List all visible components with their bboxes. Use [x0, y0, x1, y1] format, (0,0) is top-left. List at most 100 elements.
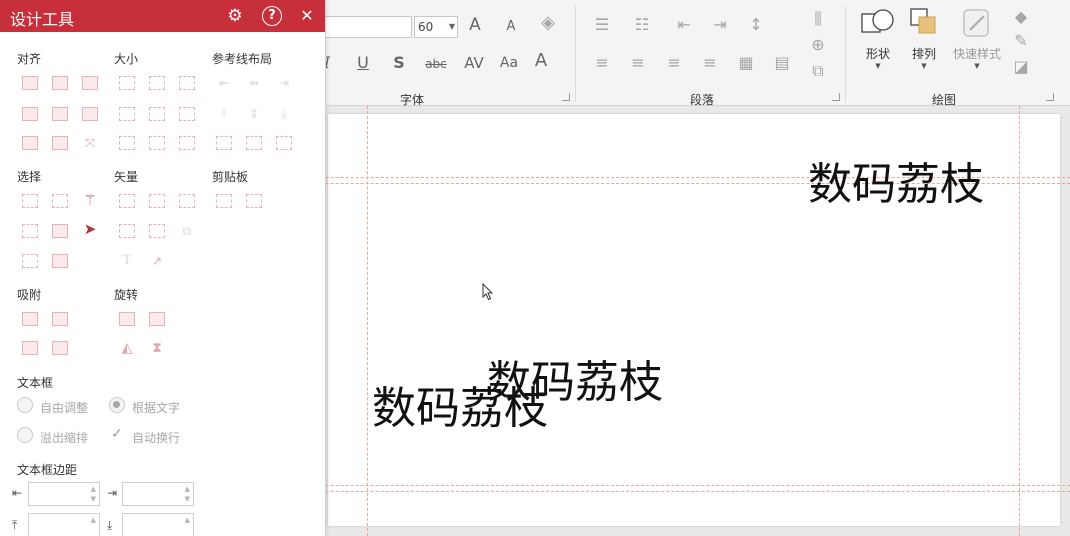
decrease-indent-icon[interactable]: ⇤ — [672, 14, 696, 36]
size-fit-icon[interactable] — [179, 136, 195, 150]
select-invert-icon[interactable] — [22, 254, 38, 268]
guide-frame-icon[interactable] — [276, 136, 292, 150]
snap-right-icon[interactable] — [52, 312, 68, 326]
font-color-button[interactable]: A — [532, 50, 550, 72]
same-height-icon[interactable] — [149, 76, 165, 90]
check-icon[interactable]: ✓ — [111, 426, 123, 442]
align-left-icon[interactable] — [22, 76, 38, 90]
align-center-icon[interactable]: ≡ — [626, 52, 650, 74]
bullets-icon[interactable]: ☰ — [590, 14, 614, 36]
size-swap-icon[interactable] — [149, 107, 165, 121]
select-same-icon[interactable] — [22, 194, 38, 208]
margin-bottom-input[interactable]: ▲ — [122, 513, 194, 536]
select-fill-icon[interactable] — [52, 224, 68, 238]
vector-subtract-icon[interactable] — [149, 224, 165, 238]
arrange-button[interactable]: 排列 ▼ — [902, 6, 946, 70]
spin-up-icon[interactable]: ▲ — [91, 516, 96, 524]
flip-horizontal-icon[interactable]: ◭ — [119, 341, 135, 355]
shrink-font-button[interactable]: A — [502, 16, 520, 38]
select-pointer-icon[interactable]: ➤ — [82, 222, 98, 237]
size-height-icon[interactable] — [119, 136, 135, 150]
underline-button[interactable]: U — [354, 52, 372, 74]
guide-margin-v-icon[interactable] — [246, 136, 262, 150]
copy-icon[interactable] — [216, 194, 232, 208]
shape-button[interactable]: 形状 ▼ — [856, 6, 900, 70]
margin-top-input[interactable]: ▲ — [28, 513, 100, 536]
align-left-icon[interactable]: ≡ — [590, 52, 614, 74]
justify-icon[interactable]: ≡ — [698, 52, 722, 74]
text-direction-icon[interactable]: ▤ — [770, 52, 794, 74]
guide-margin-h-icon[interactable] — [216, 136, 232, 150]
align-middle-icon[interactable] — [52, 107, 68, 121]
distribute-v-icon[interactable] — [52, 136, 68, 150]
same-width-icon[interactable] — [119, 76, 135, 90]
spin-up-icon[interactable]: ▲ — [185, 516, 190, 524]
select-all-icon[interactable] — [22, 224, 38, 238]
numbering-icon[interactable]: ☷ — [630, 14, 654, 36]
spin-down-icon[interactable]: ▼ — [91, 495, 96, 503]
size-rotate-icon[interactable] — [179, 107, 195, 121]
guide-left-icon[interactable]: ⇤ — [216, 76, 232, 90]
edit-points-icon[interactable]: ↗ — [149, 254, 165, 268]
align-center-h-icon[interactable] — [52, 76, 68, 90]
spin-up-icon[interactable]: ▲ — [185, 485, 190, 493]
align-text-icon[interactable]: ⊕ — [806, 34, 830, 56]
align-right-icon[interactable] — [82, 76, 98, 90]
same-size-icon[interactable] — [179, 76, 195, 90]
shape-effects-icon[interactable]: ◪ — [1010, 56, 1032, 78]
drawing-dialog-launcher-icon[interactable] — [1046, 93, 1054, 101]
clear-format-icon[interactable]: ◈ — [535, 12, 561, 34]
rotate-left-icon[interactable] — [119, 312, 135, 326]
font-name-box[interactable] — [320, 16, 412, 38]
distribute-h-icon[interactable] — [22, 136, 38, 150]
gear-icon[interactable]: ⚙ — [224, 5, 246, 27]
vector-combine-icon[interactable] — [149, 194, 165, 208]
vector-fragment-icon[interactable] — [179, 194, 195, 208]
increase-indent-icon[interactable]: ⇥ — [708, 14, 732, 36]
guide-bottom-icon[interactable]: ⤓ — [276, 107, 292, 121]
slide-text-box[interactable]: 数码荔枝 — [372, 384, 548, 434]
font-size-box[interactable]: 60 ▼ — [414, 16, 458, 38]
radio-free-adjust[interactable] — [17, 397, 33, 413]
grow-font-button[interactable]: A — [466, 14, 484, 36]
vector-union-icon[interactable] — [119, 194, 135, 208]
spin-down-icon[interactable]: ▼ — [185, 495, 190, 503]
text-orientation-icon[interactable]: ⫼ — [806, 8, 830, 30]
vector-split-icon[interactable]: ⧉ — [179, 224, 195, 238]
size-stack-icon[interactable] — [149, 136, 165, 150]
text-to-vector-icon[interactable]: T — [119, 254, 135, 268]
shape-fill-icon[interactable]: ◆ — [1010, 6, 1032, 28]
snap-top-icon[interactable] — [22, 341, 38, 355]
snap-left-icon[interactable] — [22, 312, 38, 326]
size-width-icon[interactable] — [119, 107, 135, 121]
radio-fit-text[interactable] — [109, 397, 125, 413]
select-layer-icon[interactable] — [52, 254, 68, 268]
margin-left-input[interactable]: ▲ ▼ — [28, 482, 100, 506]
spin-up-icon[interactable]: ▲ — [91, 485, 96, 493]
align-bottom-icon[interactable] — [82, 107, 98, 121]
slide-text-box[interactable]: 数码荔枝 — [808, 160, 984, 210]
font-dialog-launcher-icon[interactable] — [562, 93, 570, 101]
paste-icon[interactable] — [246, 194, 262, 208]
guide-center-h-icon[interactable]: ⇹ — [246, 76, 262, 90]
char-spacing-button[interactable]: AV — [460, 52, 488, 74]
columns-icon[interactable]: ▦ — [734, 52, 758, 74]
help-icon[interactable]: ? — [262, 6, 282, 26]
strikethrough-button[interactable]: abc — [422, 53, 450, 75]
change-case-button[interactable]: Aa — [496, 52, 522, 74]
magic-select-icon[interactable]: ⚚ — [82, 193, 98, 208]
snap-bottom-icon[interactable] — [52, 341, 68, 355]
quick-style-button[interactable]: 快速样式 ▼ — [948, 6, 1006, 70]
rotate-right-icon[interactable] — [149, 312, 165, 326]
select-group-icon[interactable] — [52, 194, 68, 208]
guide-right-icon[interactable]: ⇥ — [276, 76, 292, 90]
shape-outline-icon[interactable]: ✎ — [1010, 30, 1032, 52]
line-spacing-icon[interactable]: ↕ — [744, 14, 768, 36]
guide-top-icon[interactable]: ⤒ — [216, 107, 232, 121]
radio-overflow-shrink[interactable] — [17, 427, 33, 443]
smartart-icon[interactable]: ⧉ — [806, 60, 830, 82]
close-icon[interactable]: ✕ — [296, 5, 318, 27]
margin-right-input[interactable]: ▲ ▼ — [122, 482, 194, 506]
vector-intersect-icon[interactable] — [119, 224, 135, 238]
align-right-icon[interactable]: ≡ — [662, 52, 686, 74]
